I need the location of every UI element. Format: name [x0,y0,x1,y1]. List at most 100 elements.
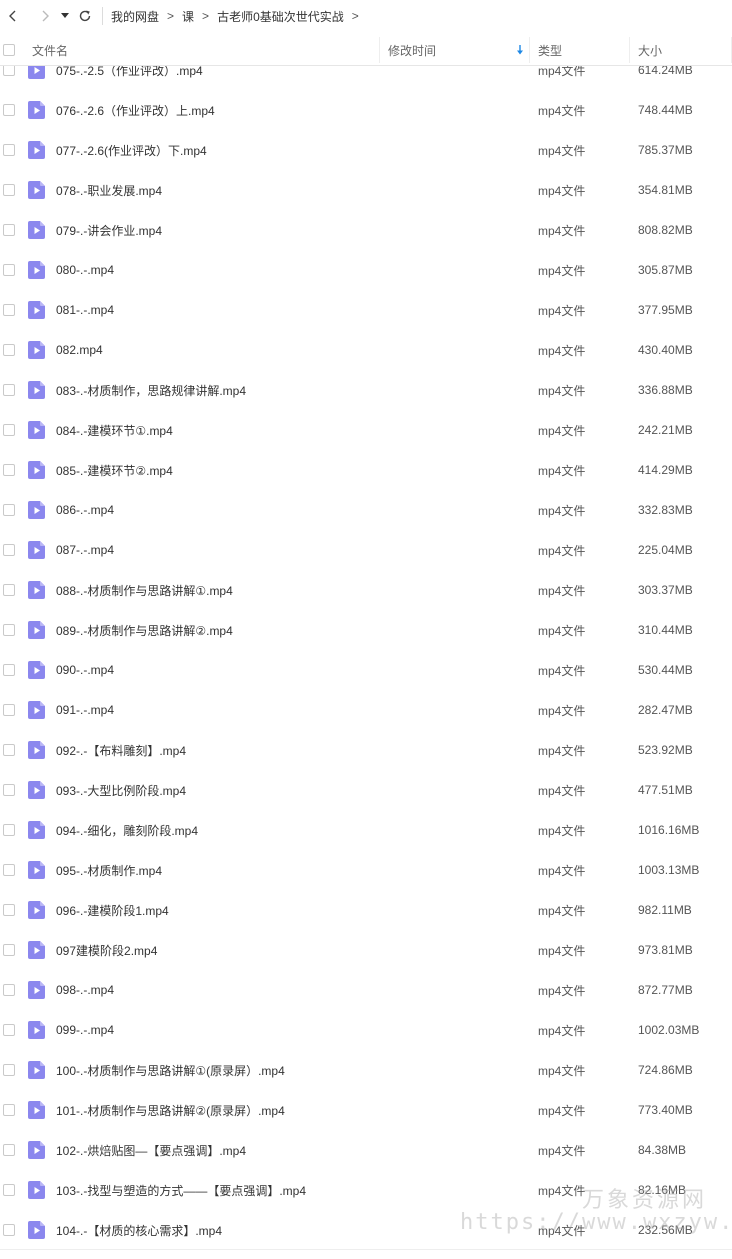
file-row[interactable]: 087-.-.mp4 mp4文件 225.04MB [0,530,732,570]
file-row[interactable]: 083-.-材质制作，思路规律讲解.mp4 mp4文件 336.88MB [0,370,732,410]
file-row[interactable]: 099-.-.mp4 mp4文件 1002.03MB [0,1010,732,1050]
file-name-cell[interactable]: 089-.-材质制作与思路讲解②.mp4 [28,621,528,639]
file-name-cell[interactable]: 078-.-职业发展.mp4 [28,181,528,199]
row-checkbox[interactable] [3,424,15,436]
file-row[interactable]: 079-.-讲会作业.mp4 mp4文件 808.82MB [0,210,732,250]
refresh-button[interactable] [74,5,96,27]
file-name-cell[interactable]: 081-.-.mp4 [28,301,528,319]
file-name-cell[interactable]: 102-.-烘焙贴图—【要点强调】.mp4 [28,1141,528,1159]
file-name[interactable]: 101-.-材质制作与思路讲解②(原录屏）.mp4 [56,1102,285,1119]
row-checkbox[interactable] [3,344,15,356]
row-checkbox[interactable] [3,984,15,996]
back-button[interactable] [2,5,24,27]
forward-button[interactable] [34,5,56,27]
file-name[interactable]: 087-.-.mp4 [56,543,114,557]
file-name-cell[interactable]: 086-.-.mp4 [28,501,528,519]
column-header-size[interactable]: 大小 [630,35,732,65]
file-name[interactable]: 102-.-烘焙贴图—【要点强调】.mp4 [56,1142,246,1159]
file-name-cell[interactable]: 094-.-细化，雕刻阶段.mp4 [28,821,528,839]
row-checkbox[interactable] [3,1024,15,1036]
file-name[interactable]: 083-.-材质制作，思路规律讲解.mp4 [56,382,246,399]
file-name-cell[interactable]: 082.mp4 [28,341,528,359]
file-name-cell[interactable]: 093-.-大型比例阶段.mp4 [28,781,528,799]
file-name-cell[interactable]: 077-.-2.6(作业评改）下.mp4 [28,141,528,159]
file-name-cell[interactable]: 087-.-.mp4 [28,541,528,559]
row-checkbox[interactable] [3,824,15,836]
file-name[interactable]: 079-.-讲会作业.mp4 [56,222,162,239]
file-name[interactable]: 078-.-职业发展.mp4 [56,182,162,199]
row-checkbox[interactable] [3,864,15,876]
file-name-cell[interactable]: 095-.-材质制作.mp4 [28,861,528,879]
file-name[interactable]: 077-.-2.6(作业评改）下.mp4 [56,142,207,159]
file-name-cell[interactable]: 092-.-【布料雕刻】.mp4 [28,741,528,759]
file-name-cell[interactable]: 103-.-找型与塑造的方式——【要点强调】.mp4 [28,1181,528,1199]
file-name[interactable]: 084-.-建模环节①.mp4 [56,422,173,439]
file-name-cell[interactable]: 083-.-材质制作，思路规律讲解.mp4 [28,381,528,399]
row-checkbox[interactable] [3,784,15,796]
row-checkbox[interactable] [3,304,15,316]
file-row[interactable]: 082.mp4 mp4文件 430.40MB [0,330,732,370]
row-checkbox[interactable] [3,1064,15,1076]
row-checkbox[interactable] [3,104,15,116]
row-checkbox[interactable] [3,1224,15,1236]
file-name-cell[interactable]: 100-.-材质制作与思路讲解①(原录屏）.mp4 [28,1061,528,1079]
file-row[interactable]: 102-.-烘焙贴图—【要点强调】.mp4 mp4文件 84.38MB [0,1130,732,1170]
row-checkbox[interactable] [3,944,15,956]
row-checkbox[interactable] [3,704,15,716]
file-name-cell[interactable]: 085-.-建模环节②.mp4 [28,461,528,479]
file-name[interactable]: 091-.-.mp4 [56,703,114,717]
file-name[interactable]: 081-.-.mp4 [56,303,114,317]
file-name[interactable]: 090-.-.mp4 [56,663,114,677]
file-name[interactable]: 099-.-.mp4 [56,1023,114,1037]
row-checkbox[interactable] [3,184,15,196]
file-name-cell[interactable]: 079-.-讲会作业.mp4 [28,221,528,239]
file-row[interactable]: 078-.-职业发展.mp4 mp4文件 354.81MB [0,170,732,210]
file-name-cell[interactable]: 104-.-【材质的核心需求】.mp4 [28,1221,528,1239]
file-name[interactable]: 076-.-2.6（作业评改）上.mp4 [56,102,215,119]
file-name-cell[interactable]: 088-.-材质制作与思路讲解①.mp4 [28,581,528,599]
row-checkbox[interactable] [3,744,15,756]
file-name[interactable]: 080-.-.mp4 [56,263,114,277]
file-row[interactable]: 091-.-.mp4 mp4文件 282.47MB [0,690,732,730]
file-name[interactable]: 103-.-找型与塑造的方式——【要点强调】.mp4 [56,1182,306,1199]
file-row[interactable]: 097建模阶段2.mp4 mp4文件 973.81MB [0,930,732,970]
file-name-cell[interactable]: 076-.-2.6（作业评改）上.mp4 [28,101,528,119]
file-name-cell[interactable]: 084-.-建模环节①.mp4 [28,421,528,439]
file-name[interactable]: 086-.-.mp4 [56,503,114,517]
file-row[interactable]: 090-.-.mp4 mp4文件 530.44MB [0,650,732,690]
file-row[interactable]: 077-.-2.6(作业评改）下.mp4 mp4文件 785.37MB [0,130,732,170]
row-checkbox[interactable] [3,904,15,916]
file-row[interactable]: 094-.-细化，雕刻阶段.mp4 mp4文件 1016.16MB [0,810,732,850]
breadcrumb-item-course[interactable]: 课 [182,8,194,25]
column-header-type[interactable]: 类型 [530,35,630,65]
row-checkbox[interactable] [3,1184,15,1196]
row-checkbox[interactable] [3,1104,15,1116]
row-checkbox[interactable] [3,264,15,276]
file-name[interactable]: 085-.-建模环节②.mp4 [56,462,173,479]
file-name[interactable]: 096-.-建模阶段1.mp4 [56,902,169,919]
row-checkbox[interactable] [3,544,15,556]
file-row[interactable]: 098-.-.mp4 mp4文件 872.77MB [0,970,732,1010]
row-checkbox[interactable] [3,504,15,516]
row-checkbox[interactable] [3,384,15,396]
file-row[interactable]: 084-.-建模环节①.mp4 mp4文件 242.21MB [0,410,732,450]
row-checkbox[interactable] [3,224,15,236]
row-checkbox[interactable] [3,144,15,156]
breadcrumb-item-current[interactable]: 古老师0基础次世代实战 [217,8,344,25]
column-header-mtime[interactable]: 修改时间 [380,35,530,65]
row-checkbox[interactable] [3,624,15,636]
file-row[interactable]: 086-.-.mp4 mp4文件 332.83MB [0,490,732,530]
file-name[interactable]: 094-.-细化，雕刻阶段.mp4 [56,822,198,839]
file-row[interactable]: 101-.-材质制作与思路讲解②(原录屏）.mp4 mp4文件 773.40MB [0,1090,732,1130]
file-name-cell[interactable]: 097建模阶段2.mp4 [28,941,528,959]
select-all-checkbox[interactable] [3,44,15,56]
file-name[interactable]: 092-.-【布料雕刻】.mp4 [56,742,186,759]
file-name[interactable]: 093-.-大型比例阶段.mp4 [56,782,186,799]
row-checkbox[interactable] [3,584,15,596]
file-name[interactable]: 082.mp4 [56,343,103,357]
file-name[interactable]: 089-.-材质制作与思路讲解②.mp4 [56,622,233,639]
row-checkbox[interactable] [3,664,15,676]
file-name-cell[interactable]: 080-.-.mp4 [28,261,528,279]
file-row[interactable]: 089-.-材质制作与思路讲解②.mp4 mp4文件 310.44MB [0,610,732,650]
file-name-cell[interactable]: 101-.-材质制作与思路讲解②(原录屏）.mp4 [28,1101,528,1119]
